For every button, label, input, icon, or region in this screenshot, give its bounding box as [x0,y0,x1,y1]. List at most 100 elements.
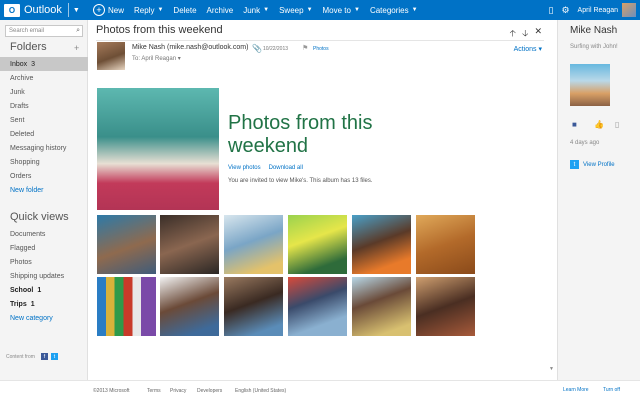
learn-more-link[interactable]: Learn More [563,387,589,393]
add-folder-icon[interactable]: + [74,43,79,53]
photo-thumbnail[interactable] [352,215,411,274]
folder-orders[interactable]: Orders [0,169,88,183]
chevron-down-icon[interactable]: ▼ [73,7,80,14]
search-placeholder: Search email [9,28,45,34]
user-name[interactable]: April Reagan [578,7,618,14]
chevron-down-icon: ▼ [157,7,164,13]
folder-junk[interactable]: Junk [0,85,88,99]
contact-status: Surfing with John! [570,44,618,50]
brand-name: Outlook [24,4,62,16]
chevron-down-icon: ▾ [538,46,542,53]
flag-icon[interactable]: ⚑ [302,44,308,52]
photo-thumbnail[interactable] [224,215,283,274]
new-label: New [108,5,125,15]
sweep-button[interactable]: Sweep ▼ [274,0,317,20]
command-bar: + New Reply ▼ Delete Archive Junk ▼ Swee… [88,0,423,20]
like-icon[interactable]: 👍 [594,120,604,129]
sender-address[interactable]: Mike Nash (mike.nash@outlook.com) [132,44,248,51]
reply-label: Reply [134,5,155,15]
search-icon[interactable]: ⌕ [76,27,80,35]
junk-label: Junk [243,5,261,15]
photo-thumbnail[interactable] [97,277,156,336]
turn-off-link[interactable]: Turn off [603,387,620,393]
folders-heading: Folders + [10,41,80,53]
contact-name[interactable]: Mike Nash [570,25,617,36]
quick-view-flagged[interactable]: Flagged [0,241,88,255]
chevron-down-icon: ▼ [306,7,313,13]
outlook-logo-icon: O [4,3,20,17]
folder-shopping[interactable]: Shopping [0,155,88,169]
comment-icon[interactable]: ▯ [615,120,619,129]
move-to-button[interactable]: Move to ▼ [318,0,365,20]
recipient-line[interactable]: To: April Reagan ▾ [132,55,181,62]
post-time: 4 days ago [570,140,600,146]
new-category-link[interactable]: New category [0,311,88,325]
content-from-label: Content from [6,354,35,360]
view-photos-link[interactable]: View photos [228,165,261,171]
download-all-link[interactable]: Download all [269,165,303,171]
contact-photo[interactable] [570,64,610,106]
paperclip-icon: 📎 [252,44,262,53]
chevron-down-icon: ▼ [353,7,360,13]
chevron-down-icon: ▾ [177,56,181,62]
unread-count: 1 [30,300,35,308]
new-folder-link[interactable]: New folder [0,183,88,197]
album-title: Photos from this weekend [228,112,373,157]
junk-button[interactable]: Junk ▼ [238,0,274,20]
reply-button[interactable]: Reply ▼ [129,0,168,20]
categories-label: Categories [369,5,409,15]
chevron-down-icon: ▼ [411,7,418,13]
archive-label: Archive [206,5,234,15]
view-profile-link[interactable]: t View Profile [570,160,615,169]
photo-thumbnail[interactable] [224,277,283,336]
sender-avatar[interactable] [97,42,125,70]
folder-inbox[interactable]: Inbox 3 [0,57,88,71]
facebook-icon[interactable]: ■ [572,120,577,129]
brand[interactable]: O Outlook ▼ [0,0,88,20]
avatar[interactable] [622,3,636,17]
terms-link[interactable]: Terms [147,388,161,394]
message-subject: Photos from this weekend [96,24,223,36]
scroll-down-icon[interactable]: ▼ [549,366,554,372]
language-link[interactable]: English (United States) [235,388,286,394]
folder-messaging-history[interactable]: Messaging history [0,141,88,155]
delete-button[interactable]: Delete [168,0,201,20]
chevron-down-icon: ▼ [263,7,270,13]
developers-link[interactable]: Developers [197,388,222,394]
unread-count: 1 [37,286,42,294]
sweep-label: Sweep [279,5,304,15]
divider [96,40,544,41]
quick-view-photos[interactable]: Photos [0,255,88,269]
photo-thumbnail[interactable] [352,277,411,336]
search-input[interactable]: Search email ⌕ [5,25,83,37]
photo-thumbnail[interactable] [288,215,347,274]
category-school[interactable]: School 1 [0,283,88,297]
photo-thumbnail[interactable] [416,277,475,336]
folder-sent[interactable]: Sent [0,113,88,127]
folder-deleted[interactable]: Deleted [0,127,88,141]
photo-thumbnail[interactable] [160,215,219,274]
quick-view-documents[interactable]: Documents [0,227,88,241]
footer: ©2013 Microsoft Terms Privacy Developers… [0,380,640,400]
folder-pane: Search email ⌕ Folders + Inbox 3 Archive … [0,20,88,380]
top-right-controls: ▯ ⚙ April Reagan [541,0,636,20]
categories-button[interactable]: Categories ▼ [365,0,423,20]
album-links: View photos Download all [228,165,303,171]
folder-drafts[interactable]: Drafts [0,99,88,113]
archive-button[interactable]: Archive [202,0,239,20]
copyright: ©2013 Microsoft [93,388,130,394]
chat-icon[interactable]: ▯ [549,5,554,16]
quick-view-shipping-updates[interactable]: Shipping updates [0,269,88,283]
photo-thumbnail[interactable] [288,277,347,336]
gear-icon[interactable]: ⚙ [561,5,569,16]
photo-thumbnail[interactable] [160,277,219,336]
photo-thumbnail[interactable] [97,215,156,274]
folder-archive[interactable]: Archive [0,71,88,85]
category-tag[interactable]: Photos [313,46,329,52]
album-cover-photo[interactable] [97,88,219,210]
actions-menu[interactable]: Actions ▾ [514,45,542,53]
photo-thumbnail[interactable] [416,215,475,274]
new-button[interactable]: + New [88,0,129,20]
category-trips[interactable]: Trips 1 [0,297,88,311]
privacy-link[interactable]: Privacy [170,388,186,394]
